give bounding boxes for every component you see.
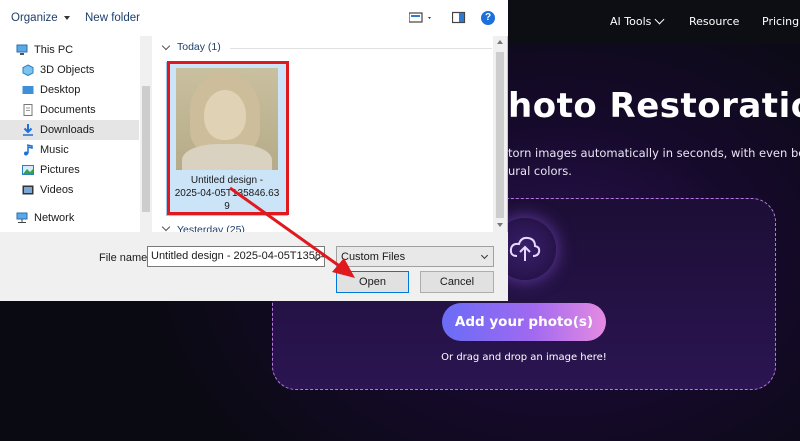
nav-item-downloads[interactable]: Downloads [0,120,139,140]
file-name-value: Untitled design - 2025-04-05T135846.639 [151,250,324,262]
desktop-icon [22,84,34,96]
navigation-pane: This PC 3D Objects Desktop Documents Dow… [0,36,152,232]
nav-item-3d-objects[interactable]: 3D Objects [0,60,139,80]
chevron-down-icon [161,224,171,232]
nav-item-pictures[interactable]: Pictures [0,160,139,180]
hero-subtitle-line-1: torn images automatically in seconds, wi… [508,146,800,160]
chevron-down-icon [161,41,171,50]
nav-pricing[interactable]: Pricing [762,15,799,28]
organize-label: Organize [11,12,58,24]
nav-item-label: Desktop [40,84,81,96]
help-icon[interactable]: ? [481,11,495,25]
nav-item-this-pc[interactable]: This PC [0,40,139,60]
nav-item-label: Network [34,212,75,224]
nav-item-label: 3D Objects [40,64,95,76]
nav-item-documents[interactable]: Documents [0,100,139,120]
music-icon [22,144,34,156]
nav-item-desktop[interactable]: Desktop [0,80,139,100]
hero-title: hoto Restoration [508,86,800,126]
download-icon [22,124,34,136]
file-open-dialog: Organize New folder ? This PC 3D Objects [0,0,508,301]
dialog-toolbar: Organize New folder ? [0,0,508,36]
nav-item-label: Videos [40,184,74,196]
nav-item-network[interactable]: Network [0,208,139,228]
cancel-button[interactable]: Cancel [420,271,494,293]
file-type-select[interactable]: Custom Files [336,246,494,267]
nav-resource[interactable]: Resource [689,15,739,28]
nav-item-music[interactable]: Music [0,140,139,160]
drag-drop-hint: Or drag and drop an image here! [441,352,607,363]
nav-item-label: Documents [40,104,96,116]
nav-item-videos[interactable]: Videos [0,180,139,200]
group-header-label: Today (1) [177,41,221,53]
preview-pane-icon[interactable] [451,11,466,30]
group-header-yesterday[interactable]: Yesterday (25) [153,224,245,232]
nav-ai-tools[interactable]: AI Tools [610,14,665,28]
file-name-label: File name: [99,252,151,264]
hero-subtitle: torn images automatically in seconds, wi… [508,144,800,180]
scroll-up-icon[interactable] [497,40,503,44]
cube-icon [22,64,34,77]
scroll-down-icon[interactable] [497,223,503,227]
view-options-icon[interactable] [408,11,433,30]
group-header-today[interactable]: Today (1) [153,41,221,53]
documents-icon [22,104,34,116]
network-icon [16,212,28,224]
nav-item-label: Downloads [40,124,95,136]
nav-resource-label: Resource [689,15,740,28]
nav-pane-scroll-thumb[interactable] [142,86,150,212]
new-folder-button[interactable]: New folder [85,12,140,24]
add-photo-button[interactable]: Add your photo(s) [442,303,606,341]
organize-menu[interactable]: Organize [11,12,70,24]
nav-ai-tools-label: AI Tools [610,15,652,28]
file-name-input[interactable]: Untitled design - 2025-04-05T135846.639 [147,246,325,267]
nav-item-label: Pictures [40,164,80,176]
open-button[interactable]: Open [336,271,409,293]
hero-subtitle-line-2: ural colors. [508,164,572,178]
annotation-highlight-box [167,61,289,215]
file-list-scroll-thumb[interactable] [496,52,504,218]
nav-item-label: This PC [34,44,74,56]
pictures-icon [22,164,34,176]
group-divider [230,48,492,49]
nav-item-label: Music [40,144,69,156]
pc-icon [16,44,28,56]
videos-icon [22,184,34,196]
chevron-down-icon [654,14,665,25]
site-top-nav: AI Tools Resource Pricing [508,0,800,44]
nav-pricing-label: Pricing [762,15,800,28]
caret-down-icon [63,15,70,20]
group-header-label: Yesterday (25) [177,224,245,232]
